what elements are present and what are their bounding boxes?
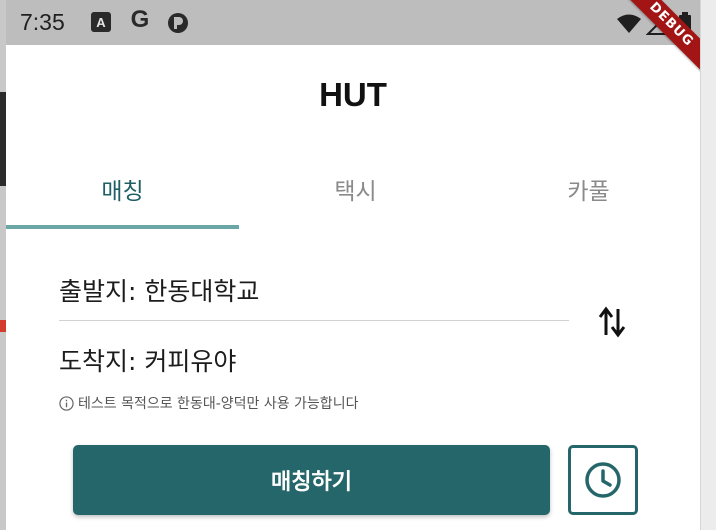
status-bar: 7:35 A G DEBUG: [6, 0, 700, 86]
swap-route-button[interactable]: [594, 302, 630, 342]
swap-vertical-icon: [598, 306, 626, 338]
app-title: HUT: [319, 76, 387, 113]
google-g-icon: G: [130, 6, 150, 33]
emulator-frame-right: [700, 0, 716, 530]
tab-indicator: [6, 225, 239, 229]
clock-icon: [585, 462, 621, 498]
notice-text: 테스트 목적으로 한동대-양덕만 사용 가능합니다: [78, 396, 359, 412]
tab-carpool[interactable]: 카풀: [472, 160, 700, 230]
tab-matching[interactable]: 매칭: [6, 160, 239, 230]
a-box-icon: A: [91, 12, 111, 32]
info-icon: [59, 395, 74, 411]
app-p-icon: [166, 12, 190, 34]
tab-taxi[interactable]: 택시: [239, 160, 472, 230]
history-button[interactable]: [568, 445, 638, 515]
destination-field[interactable]: 도착지: 커피유야: [59, 342, 236, 378]
status-time: 7:35: [20, 9, 65, 35]
match-button[interactable]: 매칭하기: [73, 445, 550, 515]
notice: 테스트 목적으로 한동대-양덕만 사용 가능합니다: [59, 393, 358, 413]
phone-screen: 7:35 A G DEBUG HUT 매칭 택시 카풀 출발지: 한동대학교 도…: [6, 0, 700, 530]
tab-bar: 매칭 택시 카풀: [6, 160, 700, 230]
wifi-icon: [616, 14, 642, 38]
departure-field[interactable]: 출발지: 한동대학교: [59, 272, 259, 308]
field-divider: [59, 320, 569, 321]
